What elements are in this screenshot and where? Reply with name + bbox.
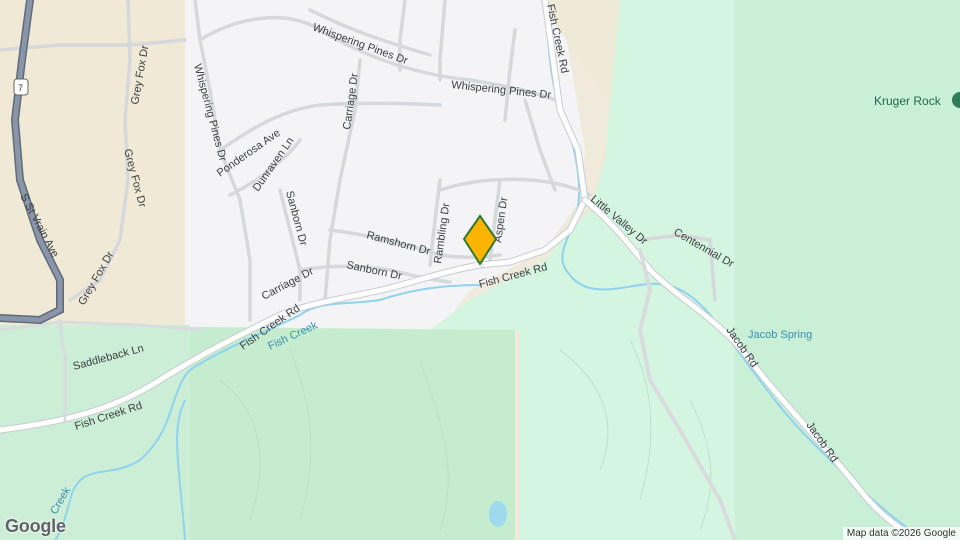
route-shield-7: 7 [13,78,29,96]
location-pin-icon[interactable] [463,214,497,266]
label-jacob-spring: Jacob Spring [748,329,812,341]
pond [489,501,507,527]
map-canvas[interactable]: Whispering Pines Dr Whispering Pines Dr … [0,0,960,540]
forest-area-far-east [735,0,960,540]
map-attribution[interactable]: Map data ©2026 Google [842,527,960,540]
google-logo: Google [5,516,66,536]
label-kruger-rock: Kruger Rock [874,94,942,108]
map-view[interactable]: Whispering Pines Dr Whispering Pines Dr … [0,0,960,540]
route-shield-label: 7 [18,83,23,93]
